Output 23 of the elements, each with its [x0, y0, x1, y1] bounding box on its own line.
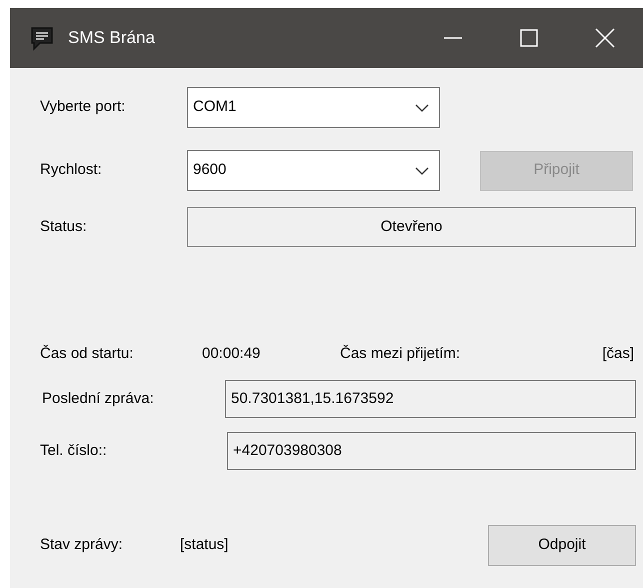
close-icon [594, 28, 616, 48]
maximize-icon [518, 28, 540, 48]
last-message-field[interactable]: 50.7301381,15.1673592 [225, 380, 636, 418]
minimize-icon [444, 37, 462, 39]
disconnect-button[interactable]: Odpojit [488, 525, 636, 566]
message-state-label: Stav zprávy: [40, 535, 124, 556]
speed-dropdown[interactable]: 9600 [187, 150, 440, 191]
chevron-down-icon [415, 166, 429, 174]
status-display: Otevřeno [187, 207, 636, 247]
phone-field[interactable]: +420703980308 [227, 432, 636, 470]
interval-value: [čas] [602, 344, 634, 364]
status-label: Status: [40, 216, 88, 237]
port-label: Vyberte port: [40, 97, 126, 118]
message-state-value: [status] [180, 535, 230, 556]
speed-label: Rychlost: [40, 160, 103, 180]
last-message-label: Poslední zpráva: [41, 388, 155, 409]
chevron-down-icon [415, 104, 429, 112]
window-title: SMS Brána [68, 27, 155, 50]
interval-label: Čas mezi přijetím: [340, 344, 462, 364]
uptime-value: 00:00:49 [202, 344, 262, 364]
uptime-label: Čas od startu: [40, 344, 134, 364]
phone-label: Tel. číslo:: [40, 440, 108, 461]
port-dropdown[interactable]: COM1 [187, 87, 440, 128]
